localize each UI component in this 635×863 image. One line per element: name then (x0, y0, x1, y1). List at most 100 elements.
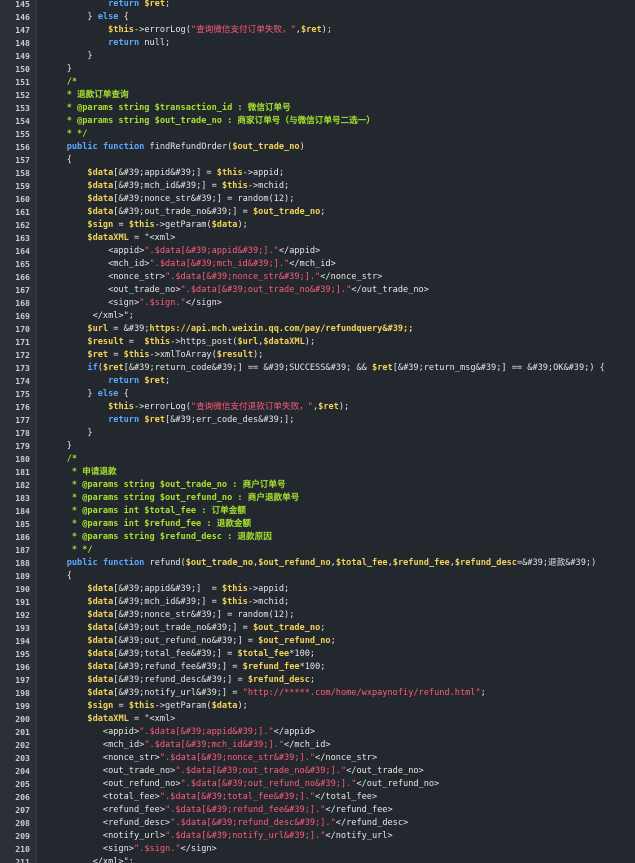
code-line: 146 } else { (0, 11, 635, 24)
code-token: $out_trade_no (185, 558, 254, 568)
code-token: <out_trade_no> (46, 766, 176, 776)
code-token: $out_refund_no (258, 558, 331, 568)
code-token: ->getParam( (154, 220, 212, 230)
code-token: { (118, 12, 129, 22)
code-text: <mch_id>".$data[&#39;mch_id&#39;]."</mch… (46, 739, 331, 752)
code-text: $this->errorLog("查询微信支付订单失败，",$ret); (46, 24, 332, 37)
line-number: 189 (15, 571, 30, 581)
code-text: } (46, 50, 92, 63)
code-token: </refund_desc> (335, 818, 409, 828)
code-text: $data[&#39;notify_url&#39;] = "http://**… (46, 687, 485, 700)
code-line: 188 public function refund($out_trade_no… (0, 557, 635, 570)
line-number: 147 (15, 25, 30, 35)
code-token: </out_trade_no> (346, 766, 424, 776)
code-token: } (46, 428, 93, 438)
code-text: public function findRefundOrder($out_tra… (46, 141, 305, 154)
code-token: $dataXML (87, 233, 129, 243)
code-text: </xml>"; (46, 856, 134, 863)
code-token: * @params int $refund_fee : 退款金额 (46, 519, 252, 529)
line-number: 202 (15, 740, 30, 750)
code-token: $ret (372, 363, 393, 373)
code-text: * @params string $out_trade_no : 商户订单号 (46, 479, 286, 492)
code-text: * @params int $total_fee : 订单金额 (46, 505, 246, 518)
code-token: $ret (318, 402, 339, 412)
line-number: 176 (15, 402, 30, 412)
code-line: 209 <notify_url>".$data[&#39;notify_url&… (0, 830, 635, 843)
line-number: 209 (15, 831, 30, 841)
code-text: $data[&#39;refund_desc&#39;] = $refund_d… (46, 674, 315, 687)
code-token: </sign> (180, 844, 217, 854)
code-token: "http://*****.com/home/wxpaynofiy/refund… (242, 688, 481, 698)
code-token: ; (165, 376, 171, 386)
line-number: 204 (15, 766, 30, 776)
code-line: 206 <total_fee>".$data[&#39;total_fee&#3… (0, 791, 635, 804)
code-token: ; (309, 675, 316, 685)
code-line: 178 } (0, 427, 635, 440)
code-token: <mch_id> (46, 259, 150, 269)
code-token: } (46, 441, 72, 451)
code-token: </sign> (185, 298, 222, 308)
code-text: * */ (46, 128, 88, 141)
code-line: 182 * @params string $out_trade_no : 商户订… (0, 479, 635, 492)
code-line: 166 <nonce_str>".$data[&#39;nonce_str&#3… (0, 271, 635, 284)
code-line: 167 <out_trade_no>".$data[&#39;out_trade… (0, 284, 635, 297)
code-token: } (46, 12, 98, 22)
code-token: [&#39;appid&#39;] = (113, 168, 217, 178)
line-number: 179 (15, 441, 30, 451)
code-token: <appid> (46, 246, 145, 256)
code-text: $url = &#39;https://api.mch.weixin.qq.co… (46, 323, 413, 336)
code-text: * @params string $refund_desc : 退款原因 (46, 531, 272, 544)
code-token: $result (87, 337, 124, 347)
code-line: 172 $ret = $this->xmlToArray($result); (0, 349, 635, 362)
code-line: 191 $data[&#39;mch_id&#39;] = $this->mch… (0, 596, 635, 609)
line-number: 195 (15, 649, 30, 659)
code-token: $data (87, 597, 114, 607)
code-token: $ret (144, 415, 166, 425)
code-text: $data[&#39;appid&#39;] = $this->appid; (46, 583, 289, 596)
code-token: ".$data[&#39;out_trade_no&#39;]." (180, 285, 352, 295)
line-number: 185 (15, 519, 30, 529)
code-token: $out_refund_no (258, 636, 331, 646)
code-token: <mch_id> (46, 740, 145, 750)
line-number: 173 (15, 363, 30, 373)
code-line: 202 <mch_id>".$data[&#39;mch_id&#39;]."<… (0, 739, 635, 752)
code-token: [&#39;appid&#39;] = (113, 584, 222, 594)
code-text: { (46, 154, 72, 167)
line-number: 158 (15, 168, 30, 178)
line-number: 172 (15, 350, 30, 360)
code-text: $data[&#39;nonce_str&#39;] = random(12); (46, 609, 294, 622)
code-text: $data[&#39;refund_fee&#39;] = $refund_fe… (46, 661, 325, 674)
code-line: 170 $url = &#39;https://api.mch.weixin.q… (0, 323, 635, 336)
code-token: = (113, 701, 129, 711)
code-line: 208 <refund_desc>".$data[&#39;refund_des… (0, 817, 635, 830)
line-number: 200 (15, 714, 30, 724)
code-token: findRefundOrder( (144, 142, 233, 152)
code-text: public function refund($out_trade_no,$ou… (46, 557, 597, 570)
code-line: 165 <mch_id>".$data[&#39;mch_id&#39;]."<… (0, 258, 635, 271)
code-text: } (46, 427, 93, 440)
line-number: 192 (15, 610, 30, 620)
code-line: 147 $this->errorLog("查询微信支付订单失败，",$ret); (0, 24, 635, 37)
code-text: <notify_url>".$data[&#39;notify_url&#39;… (46, 830, 393, 843)
code-line: 192 $data[&#39;nonce_str&#39;] = random(… (0, 609, 635, 622)
code-text: $data[&#39;mch_id&#39;] = $this->mchid; (46, 180, 289, 193)
code-token: $refund_desc (454, 558, 517, 568)
line-number: 149 (15, 51, 30, 61)
code-line: 180 /* (0, 453, 635, 466)
code-text: $data[&#39;out_trade_no&#39;] = $out_tra… (46, 622, 325, 635)
line-number: 178 (15, 428, 30, 438)
code-line: 205 <out_refund_no>".$data[&#39;out_refu… (0, 778, 635, 791)
code-token: [&#39;mch_id&#39;] = (113, 597, 222, 607)
code-line: 173 if($ret[&#39;return_code&#39;] == &#… (0, 362, 635, 375)
code-text: $data[&#39;nonce_str&#39;] = random(12); (46, 193, 294, 206)
line-number: 164 (15, 246, 30, 256)
code-editor[interactable]: 145 return $ret; 146 } else {147 $this->e… (0, 0, 635, 863)
code-token: ; (165, 0, 171, 9)
code-line: 199 $sign = $this->getParam($data); (0, 700, 635, 713)
